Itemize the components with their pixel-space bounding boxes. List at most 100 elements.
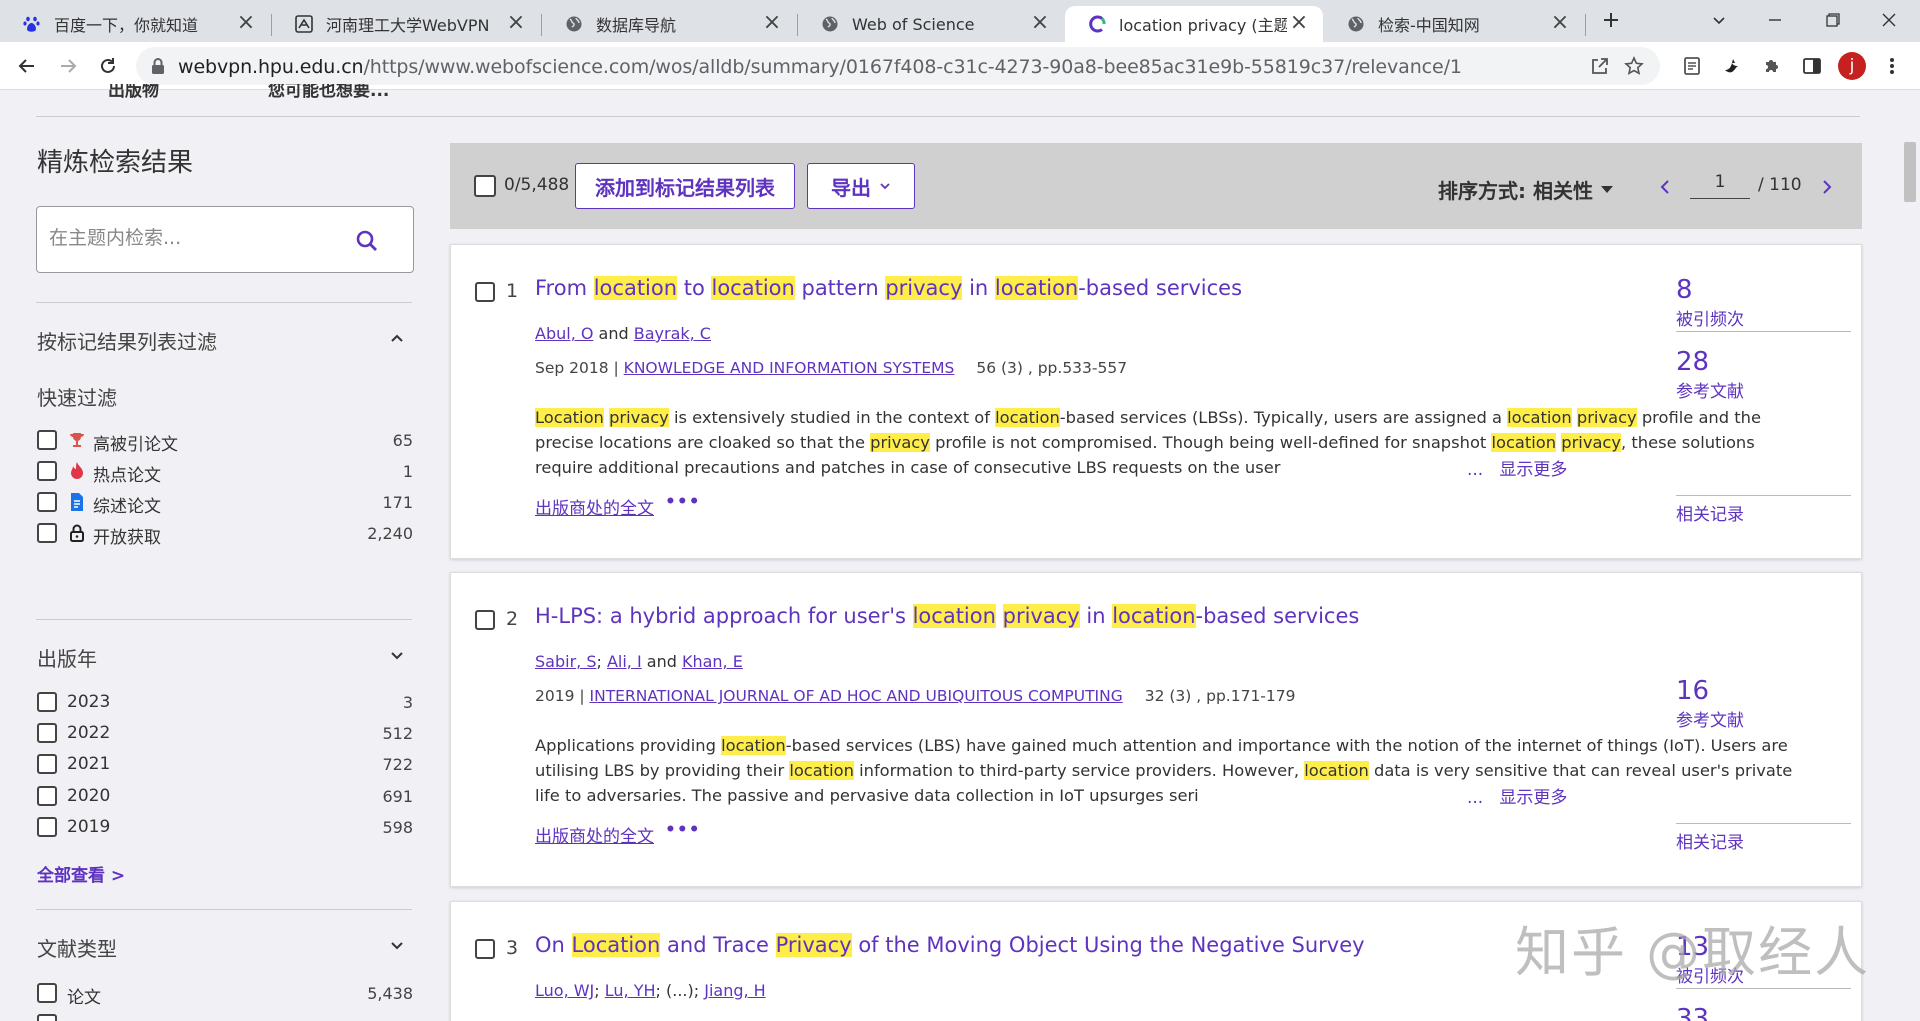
close-icon[interactable]: × [1028,12,1052,36]
author-link[interactable]: Lu, YH [605,981,656,1000]
journal-link[interactable]: INTERNATIONAL JOURNAL OF AD HOC AND UBIQ… [590,687,1123,705]
full-text-link[interactable]: 出版商处的全文 [535,494,654,519]
checkbox[interactable] [37,786,57,806]
checkbox[interactable] [37,430,57,450]
full-text-link[interactable]: 出版商处的全文 [535,822,654,847]
close-window-button[interactable] [1866,0,1912,40]
checkbox[interactable] [37,1014,57,1021]
checkbox[interactable] [37,983,57,1003]
next-page-icon[interactable] [1820,179,1834,195]
result-checkbox[interactable] [475,939,495,959]
select-all-checkbox[interactable] [474,175,496,197]
prev-page-icon[interactable] [1658,179,1672,195]
back-button[interactable] [11,50,43,82]
tab-location-privacy[interactable]: location privacy (主题) – × [1065,6,1323,42]
extensions-button[interactable] [1756,50,1788,82]
close-icon[interactable]: × [760,12,784,36]
related-records-link[interactable]: 相关记录 [1676,828,1744,853]
sort-dropdown[interactable]: 排序方式: 相关性 [1438,175,1613,204]
checkbox[interactable] [37,754,57,774]
chevron-down-icon[interactable] [388,646,406,664]
author-link[interactable]: Sabir, S [535,652,596,671]
quick-filter-open-access[interactable]: 开放获取 2,240 [37,521,413,548]
close-icon[interactable]: × [1548,12,1572,36]
references-value[interactable]: 33 [1676,1004,1709,1021]
chevron-down-icon[interactable] [388,936,406,954]
page-scrollbar[interactable] [1900,90,1920,1021]
side-panel-button[interactable] [1796,50,1828,82]
year-filter[interactable]: 2021 722 [37,752,413,776]
menu-button[interactable] [1876,50,1908,82]
extension-bird-button[interactable] [1716,50,1748,82]
restore-button[interactable] [1810,0,1856,40]
doctype-filter-article[interactable]: 论文 5,438 [37,981,413,1008]
quick-filter-hot-papers[interactable]: 热点论文 1 [37,459,413,486]
author-link[interactable]: Khan, E [682,652,743,671]
address-bar[interactable]: webvpn.hpu.edu.cn/https/www.webofscience… [136,47,1660,85]
result-title[interactable]: H-LPS: a hybrid approach for user's loca… [535,604,1359,628]
doc-type-title[interactable]: 文献类型 [37,933,117,962]
forward-button[interactable] [52,50,84,82]
result-authors[interactable]: Luo, WJ; Lu, YH; (...); Jiang, H [535,981,766,1000]
more-options-icon[interactable]: ••• [665,820,701,840]
tab-baidu[interactable]: 百度一下，你就知道 × [0,6,270,42]
page-number-input[interactable]: 1 [1690,167,1750,199]
doctype-filter-next[interactable] [37,1012,413,1021]
profile-avatar[interactable]: j [1836,50,1868,82]
scrollbar-thumb[interactable] [1904,142,1916,202]
related-records-link[interactable]: 相关记录 [1676,500,1744,525]
quick-filter-review[interactable]: 综述论文 171 [37,490,413,517]
minimize-button[interactable] [1752,0,1798,40]
result-title[interactable]: From location to location pattern privac… [535,276,1242,300]
search-icon[interactable] [355,229,379,253]
checkbox[interactable] [37,692,57,712]
result-authors[interactable]: Abul, O and Bayrak, C [535,324,711,343]
checkbox[interactable] [37,492,57,512]
author-link[interactable]: Abul, O [535,324,593,343]
tab-search-button[interactable] [1696,0,1742,40]
reload-button[interactable] [92,50,124,82]
result-checkbox[interactable] [475,282,495,302]
chevron-up-icon[interactable] [388,330,406,348]
tab-webvpn[interactable]: 河南理工大学WebVPN × [272,6,540,42]
author-link[interactable]: Bayrak, C [634,324,711,343]
more-options-icon[interactable]: ••• [665,492,701,512]
pub-year-title[interactable]: 出版年 [37,643,97,672]
close-icon[interactable]: × [234,12,258,36]
export-button[interactable]: 导出 [807,163,915,209]
reading-mode-button[interactable] [1676,50,1708,82]
see-all-years-link[interactable]: 全部查看 > [37,861,125,886]
result-authors[interactable]: Sabir, S; Ali, I and Khan, E [535,652,743,671]
author-link[interactable]: Jiang, H [704,981,765,1000]
tab-web-of-science[interactable]: Web of Science × [798,6,1064,42]
result-title[interactable]: On Location and Trace Privacy of the Mov… [535,933,1365,957]
journal-link[interactable]: KNOWLEDGE AND INFORMATION SYSTEMS [624,359,955,377]
checkbox[interactable] [37,523,57,543]
checkbox[interactable] [37,723,57,743]
share-icon[interactable] [1590,56,1610,76]
show-more-link[interactable]: ... 显示更多 [1467,783,1567,808]
tab-database-nav[interactable]: 数据库导航 × [542,6,796,42]
close-icon[interactable]: × [1287,12,1311,36]
year-filter[interactable]: 2022 512 [37,721,413,745]
times-cited-value[interactable]: 8 [1676,275,1693,305]
author-link[interactable]: Ali, I [607,652,642,671]
author-link[interactable]: Luo, WJ [535,981,594,1000]
references-value[interactable]: 16 [1676,676,1709,706]
marked-list-filter-title[interactable]: 按标记结果列表过滤 [37,326,217,355]
year-filter[interactable]: 2019 598 [37,815,413,839]
new-tab-button[interactable] [1588,0,1634,40]
show-more-link[interactable]: ... 显示更多 [1467,455,1567,480]
year-filter[interactable]: 2023 3 [37,690,413,714]
references-value[interactable]: 28 [1676,347,1709,377]
quick-filter-highly-cited[interactable]: 高被引论文 65 [37,428,413,455]
checkbox[interactable] [37,817,57,837]
refine-search-input[interactable] [49,227,349,249]
bookmark-star-icon[interactable] [1624,56,1644,76]
checkbox[interactable] [37,461,57,481]
year-filter[interactable]: 2020 691 [37,784,413,808]
result-checkbox[interactable] [475,610,495,630]
close-icon[interactable]: × [504,12,528,36]
tab-cnki[interactable]: 检索-中国知网 × [1324,6,1584,42]
add-to-marked-list-button[interactable]: 添加到标记结果列表 [575,163,795,209]
